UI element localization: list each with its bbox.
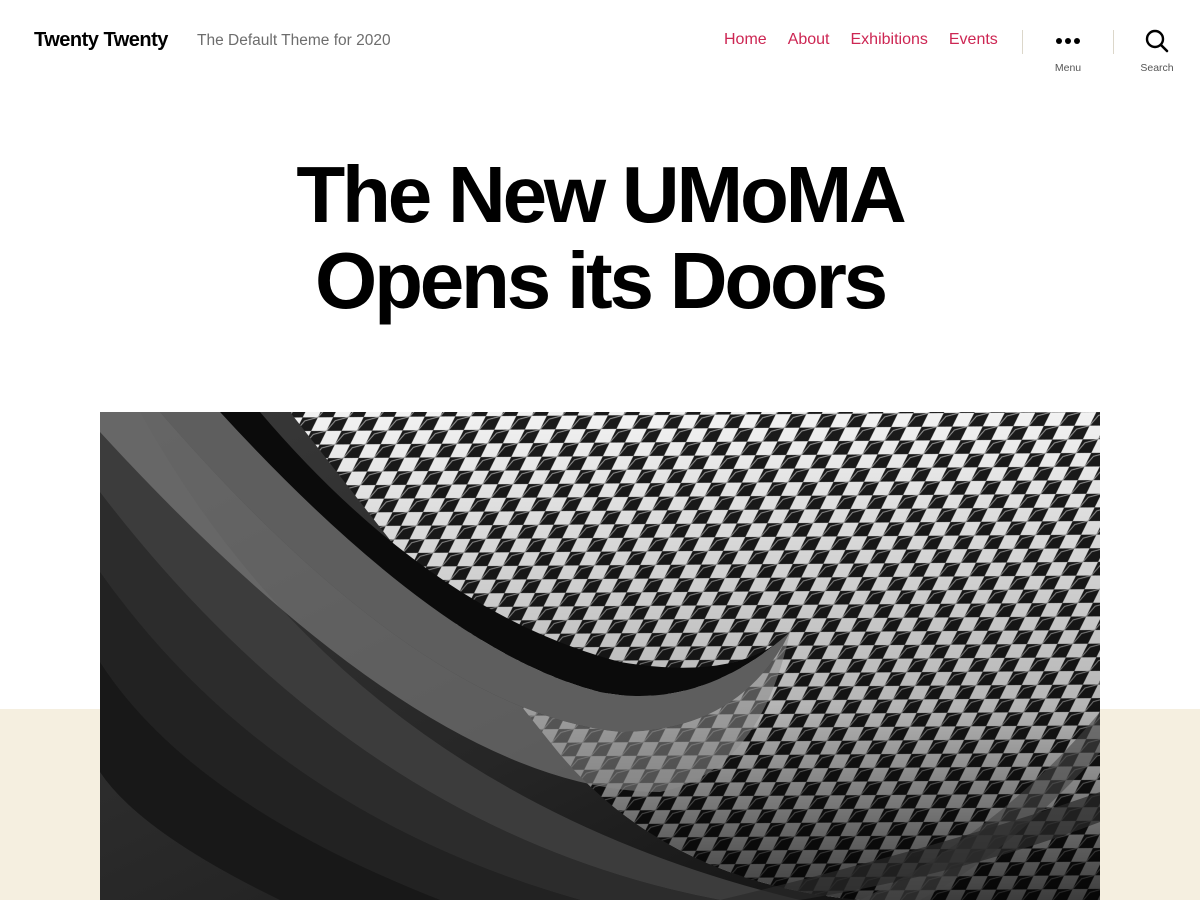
- ellipsis-icon: [1056, 38, 1080, 44]
- site-header: Twenty Twenty The Default Theme for 2020…: [0, 0, 1200, 84]
- menu-link-home[interactable]: Home: [724, 31, 767, 48]
- menu-link-events[interactable]: Events: [949, 31, 998, 48]
- page: Twenty Twenty The Default Theme for 2020…: [0, 0, 1200, 900]
- featured-image-artwork: [100, 412, 1100, 900]
- search-icon: [1145, 29, 1169, 53]
- menu-item-home: Home: [724, 31, 767, 49]
- menu-item-events: Events: [949, 31, 998, 49]
- primary-menu: Home About Exhibitions Events: [724, 31, 998, 49]
- menu-item-about: About: [788, 31, 830, 49]
- search-toggle-label: Search: [1140, 62, 1174, 74]
- search-toggle-button[interactable]: Search: [1122, 28, 1192, 74]
- post-title-line-1: The New UMoMA: [296, 150, 906, 239]
- menu-link-about[interactable]: About: [788, 31, 830, 48]
- site-title-link[interactable]: Twenty Twenty: [34, 29, 168, 52]
- menu-item-exhibitions: Exhibitions: [851, 31, 928, 49]
- header-separator: [1113, 30, 1114, 54]
- site-description: The Default Theme for 2020: [197, 32, 391, 49]
- menu-link-exhibitions[interactable]: Exhibitions: [851, 31, 928, 48]
- featured-image: [100, 412, 1100, 900]
- menu-toggle-button[interactable]: Menu: [1033, 28, 1103, 74]
- post-title-line-2: Opens its Doors: [315, 236, 888, 325]
- post-title: The New UMoMA Opens its Doors: [0, 152, 1200, 324]
- header-separator: [1022, 30, 1023, 54]
- menu-toggle-label: Menu: [1054, 62, 1082, 74]
